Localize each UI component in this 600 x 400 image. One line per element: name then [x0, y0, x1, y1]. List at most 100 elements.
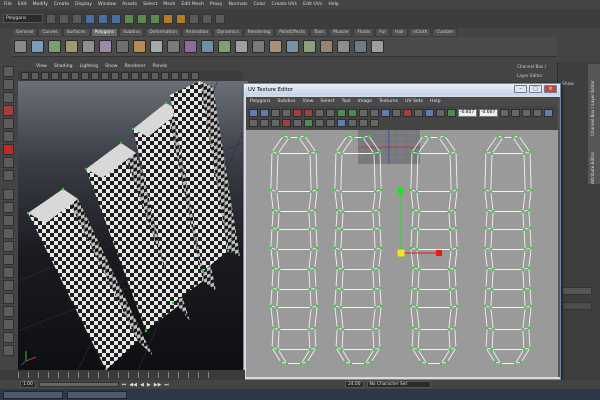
shelf-tab-curves[interactable]: Curves: [38, 28, 62, 37]
viewport-menu-shading[interactable]: Shading: [54, 64, 73, 69]
menu-edit-mesh[interactable]: Edit Mesh: [181, 2, 203, 7]
wireframe-icon[interactable]: [121, 72, 129, 80]
isolate-icon[interactable]: [191, 72, 199, 80]
menu-proxy[interactable]: Proxy: [210, 2, 223, 7]
wire-on-shaded-icon[interactable]: [141, 72, 149, 80]
uv-snap-icon[interactable]: [447, 109, 456, 117]
uv-copy-icon[interactable]: [511, 109, 520, 117]
menu-create[interactable]: Create: [54, 2, 69, 7]
layout-extra2-icon[interactable]: [3, 319, 14, 330]
field-chart-icon[interactable]: [101, 72, 109, 80]
soft-mod-icon[interactable]: [3, 157, 14, 168]
manip-center-handle[interactable]: [397, 249, 405, 257]
shelf-tab-painteffects[interactable]: PaintEffects: [275, 28, 310, 37]
combine-icon[interactable]: [133, 40, 146, 53]
shelf-tab-hair[interactable]: Hair: [391, 28, 409, 37]
move-tool-icon[interactable]: [3, 105, 14, 116]
time-ruler[interactable]: [18, 372, 218, 378]
end-time-field[interactable]: 24.00: [344, 381, 364, 388]
uv-select-icon[interactable]: [249, 109, 258, 117]
ipr-render-icon[interactable]: [176, 13, 186, 24]
xray-icon[interactable]: [181, 72, 189, 80]
select-tool-icon[interactable]: [3, 66, 14, 77]
uv-unpin-icon[interactable]: [315, 119, 324, 127]
layout-graph-icon[interactable]: [3, 241, 14, 252]
textured-icon[interactable]: [151, 72, 159, 80]
select-object-icon[interactable]: [98, 13, 108, 24]
manip-u-handle[interactable]: [436, 250, 442, 256]
uv-rotate-ccw-icon[interactable]: [315, 109, 324, 117]
menu-window[interactable]: Window: [98, 2, 116, 7]
select-hierarchy-icon[interactable]: [85, 13, 95, 24]
go-to-start-icon[interactable]: ⏮: [122, 382, 127, 388]
bridge-icon[interactable]: [184, 40, 197, 53]
smooth-shade-icon[interactable]: [131, 72, 139, 80]
character-set-field[interactable]: No Character Set: [366, 381, 431, 388]
uv-grid-icon[interactable]: [392, 109, 401, 117]
layout-custom-icon[interactable]: [3, 293, 14, 304]
select-component-icon[interactable]: [111, 13, 121, 24]
uv-refresh-icon[interactable]: [500, 109, 509, 117]
taskbar-maya-button[interactable]: [3, 390, 63, 399]
uv-align-icon[interactable]: [381, 109, 390, 117]
uv-cut-icon[interactable]: [337, 109, 346, 117]
paint-select-icon[interactable]: [3, 92, 14, 103]
uv-display-icon[interactable]: [249, 119, 258, 127]
manipulator-icon[interactable]: [3, 144, 14, 155]
uv-menu-help[interactable]: Help: [430, 99, 440, 104]
shelf-tab-animation[interactable]: Animation: [181, 28, 213, 37]
uv-relax-icon[interactable]: [359, 119, 368, 127]
start-time-field[interactable]: 1.00: [20, 381, 36, 388]
poly-sphere-icon[interactable]: [14, 40, 27, 53]
uv-smudge-icon[interactable]: [282, 109, 291, 117]
menu-create-uvs[interactable]: Create UVs: [271, 2, 297, 7]
uv-editor-titlebar[interactable]: UV Texture Editor – □ ×: [244, 84, 560, 95]
menu-edit[interactable]: Edit: [18, 2, 27, 7]
uv-image-icon[interactable]: [403, 109, 412, 117]
layout-side-icon[interactable]: [3, 215, 14, 226]
uv-paste-icon[interactable]: [522, 109, 531, 117]
uv-flip-u-icon[interactable]: [293, 109, 302, 117]
shelf-tab-custom[interactable]: Custom: [432, 28, 458, 37]
uv-gridify-icon[interactable]: [348, 119, 357, 127]
poly-pipe-icon[interactable]: [116, 40, 129, 53]
render-icon[interactable]: [163, 13, 173, 24]
step-forward-icon[interactable]: ▶▶: [154, 382, 162, 388]
uv-unfold-icon[interactable]: [370, 109, 379, 117]
extrude-icon[interactable]: [167, 40, 180, 53]
shelf-tab-fur[interactable]: Fur: [375, 28, 391, 37]
uv-straighten-icon[interactable]: [326, 119, 335, 127]
viewport-menu-lighting[interactable]: Lighting: [80, 64, 99, 69]
uv-pan-icon[interactable]: [260, 119, 269, 127]
uv-menu-subdivs[interactable]: Subdivs: [277, 99, 295, 104]
uv-u-field[interactable]: -0.857: [458, 109, 477, 117]
film-gate-icon[interactable]: [71, 72, 79, 80]
camera-attr-icon[interactable]: [31, 72, 39, 80]
shelf-tab-general[interactable]: General: [12, 28, 38, 37]
scale-tool-icon[interactable]: [3, 131, 14, 142]
play-back-icon[interactable]: ◀: [140, 382, 144, 388]
uv-menu-select[interactable]: Select: [320, 99, 334, 104]
uv-filter-icon[interactable]: [293, 119, 302, 127]
poly-cube-icon[interactable]: [31, 40, 44, 53]
planar-mapping-icon[interactable]: [286, 40, 299, 53]
channel-box-show-menu[interactable]: Show: [562, 82, 574, 87]
uv-canvas[interactable]: [246, 130, 558, 377]
shelf-tab-fluids[interactable]: Fluids: [353, 28, 375, 37]
uv-rotate-cw-icon[interactable]: [326, 109, 335, 117]
shelf-tab-subdivs[interactable]: Subdivs: [119, 28, 145, 37]
perspective-viewport[interactable]: [18, 81, 248, 370]
uv-flip-v-icon[interactable]: [304, 109, 313, 117]
side-tab-attribute-editor[interactable]: Attribute Editor: [590, 140, 595, 184]
poly-torus-icon[interactable]: [99, 40, 112, 53]
shadows-icon[interactable]: [171, 72, 179, 80]
save-scene-icon[interactable]: [72, 13, 82, 24]
last-tool-icon[interactable]: [3, 170, 14, 181]
uv-isolate-icon[interactable]: [544, 109, 553, 117]
uv-normalize-icon[interactable]: [337, 119, 346, 127]
viewport-menu-view[interactable]: View: [36, 64, 47, 69]
shelf-tab-polygons[interactable]: Polygons: [90, 28, 119, 37]
layer-row[interactable]: [562, 302, 592, 310]
grid-toggle-icon[interactable]: [61, 72, 69, 80]
uv-toggle-icon[interactable]: [282, 119, 291, 127]
